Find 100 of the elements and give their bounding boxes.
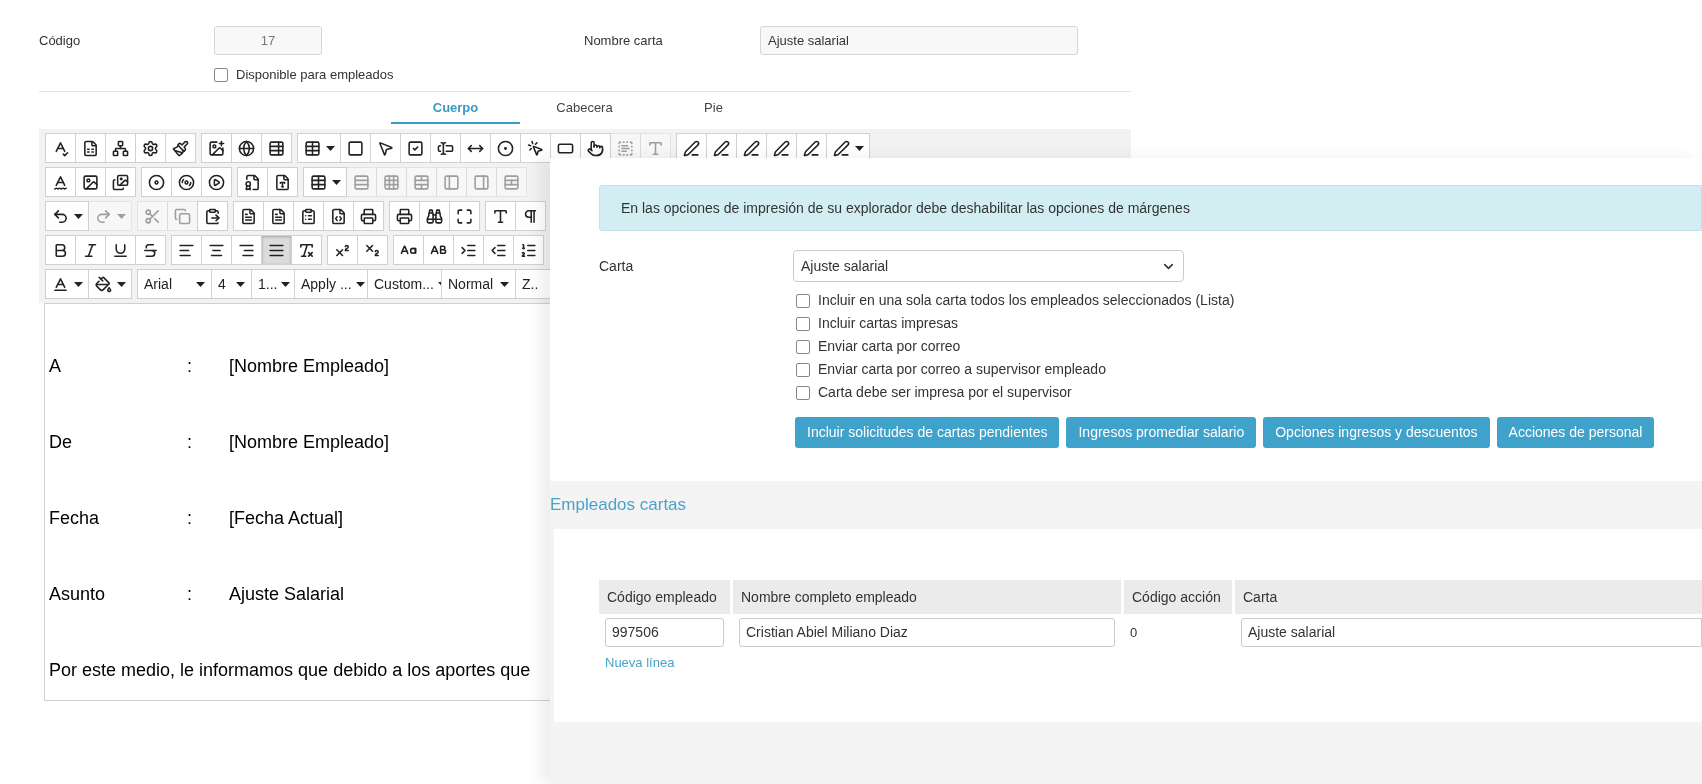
- toolbar-button[interactable]: [430, 133, 461, 163]
- text-field-icon: [437, 139, 454, 157]
- toolbar-button[interactable]: [233, 201, 264, 231]
- tab[interactable]: Pie: [649, 93, 778, 124]
- toolbar-button[interactable]: [515, 201, 546, 231]
- toolbar-button[interactable]: [105, 235, 136, 265]
- input-field[interactable]: Ajuste salarial: [1241, 618, 1702, 647]
- letter-field-value: Ajuste Salarial: [229, 583, 345, 606]
- toolbar-button[interactable]: [237, 167, 268, 197]
- toolbar-button[interactable]: [75, 133, 106, 163]
- toolbar-button[interactable]: [171, 235, 202, 265]
- toolbar-dropdown[interactable]: Custom...: [367, 269, 442, 299]
- caret-icon: [500, 281, 509, 287]
- toolbar-button[interactable]: [485, 201, 516, 231]
- toolbar-button[interactable]: [423, 235, 454, 265]
- checkbox[interactable]: [214, 67, 228, 82]
- toolbar-button[interactable]: [453, 235, 484, 265]
- toolbar-button[interactable]: [291, 235, 322, 265]
- toolbar-dropdown[interactable]: Normal: [441, 269, 516, 299]
- colon: :: [187, 583, 193, 606]
- caret-icon: [196, 281, 205, 287]
- toolbar-button[interactable]: [45, 133, 76, 163]
- checkbox[interactable]: [796, 385, 810, 400]
- letter-field-label: De: [49, 431, 73, 454]
- toolbar-button[interactable]: [45, 235, 76, 265]
- toolbar-button[interactable]: [75, 235, 106, 265]
- toolbar-button[interactable]: [75, 167, 106, 197]
- remove-format-icon: [298, 241, 315, 259]
- toolbar-button[interactable]: [261, 235, 292, 265]
- text-icon: [492, 207, 509, 225]
- letter-field-value: [Fecha Actual]: [229, 507, 344, 530]
- toolbar-button[interactable]: [201, 133, 232, 163]
- toolbar-button[interactable]: [105, 167, 136, 197]
- carta-select[interactable]: Ajuste salarial: [793, 250, 1184, 282]
- caret-icon: [116, 281, 126, 287]
- document-icon: [270, 207, 287, 225]
- input-field[interactable]: 997506: [605, 618, 724, 647]
- font-color-icon: [51, 275, 69, 293]
- toolbar-button[interactable]: [297, 133, 341, 163]
- checkbox[interactable]: [796, 293, 810, 308]
- toolbar-button[interactable]: [201, 235, 232, 265]
- checkbox[interactable]: [796, 339, 810, 354]
- merge-cells-icon: [413, 173, 430, 191]
- toolbar-button[interactable]: [135, 133, 166, 163]
- input-field[interactable]: Ajuste salarial: [760, 26, 1078, 55]
- toolbar-button[interactable]: [261, 133, 292, 163]
- toolbar-dropdown[interactable]: Apply ...: [294, 269, 368, 299]
- column-header: Nombre completo empleado: [733, 580, 1121, 614]
- toolbar-button[interactable]: [45, 269, 89, 299]
- toolbar-button[interactable]: [293, 201, 324, 231]
- toolbar-dropdown[interactable]: 1...: [251, 269, 295, 299]
- checkbox-label: Incluir en una sola carta todos los empleados seleccionados (Lista): [818, 291, 1235, 310]
- toolbar-button[interactable]: [323, 201, 354, 231]
- input-field[interactable]: Cristian Abiel Miliano Diaz: [739, 618, 1115, 647]
- toolbar-button[interactable]: [171, 167, 202, 197]
- field-label: Carta: [599, 256, 635, 276]
- checkbox-label: Carta debe ser impresa por el supervisor: [818, 383, 1072, 402]
- toolbar-button[interactable]: [513, 235, 544, 265]
- checkbox[interactable]: [796, 316, 810, 331]
- toolbar-button[interactable]: [370, 133, 401, 163]
- colon: :: [187, 431, 193, 454]
- toolbar-button[interactable]: [327, 235, 358, 265]
- toolbar-button[interactable]: [389, 201, 420, 231]
- toolbar-dropdown[interactable]: Arial: [137, 269, 212, 299]
- pen-icon: [773, 139, 790, 157]
- toolbar-button[interactable]: [231, 133, 262, 163]
- toolbar-button[interactable]: [460, 133, 491, 163]
- toolbar-button[interactable]: [201, 167, 232, 197]
- toolbar-button[interactable]: [303, 167, 347, 197]
- toolbar-button[interactable]: [263, 201, 294, 231]
- toolbar-button[interactable]: [105, 133, 136, 163]
- toolbar-button[interactable]: [353, 201, 384, 231]
- checkbox-label: Incluir cartas impresas: [818, 314, 959, 333]
- maximize-icon: [456, 207, 473, 225]
- underline-icon: [112, 241, 129, 259]
- file-type-icon: [274, 173, 291, 191]
- toolbar-button[interactable]: [231, 235, 262, 265]
- globe-icon: [238, 139, 255, 157]
- toolbar-button[interactable]: [400, 133, 431, 163]
- toolbar-button[interactable]: [88, 269, 132, 299]
- toolbar-button[interactable]: [267, 167, 298, 197]
- toolbar-button[interactable]: [165, 133, 196, 163]
- toolbar-button[interactable]: [197, 201, 228, 231]
- toolbar-button[interactable]: [483, 235, 514, 265]
- toolbar-button[interactable]: [520, 133, 551, 163]
- toolbar-button[interactable]: [141, 167, 172, 197]
- images-icon: [112, 173, 129, 191]
- toolbar-button[interactable]: [135, 235, 166, 265]
- info-alert: En las opciones de impresión de su explorador debe deshabilitar las opciones de márgenes: [599, 185, 1702, 231]
- toolbar-button[interactable]: [357, 235, 388, 265]
- toolbar-button[interactable]: [490, 133, 521, 163]
- toolbar-button[interactable]: [45, 201, 89, 231]
- toolbar-button[interactable]: [393, 235, 424, 265]
- tab[interactable]: Cabecera: [520, 93, 649, 124]
- toolbar-button[interactable]: [340, 133, 371, 163]
- toolbar-button[interactable]: [45, 167, 76, 197]
- toolbar-dropdown[interactable]: 4: [211, 269, 252, 299]
- checkbox[interactable]: [796, 362, 810, 377]
- toolbar-button[interactable]: [419, 201, 450, 231]
- toolbar-button[interactable]: [449, 201, 480, 231]
